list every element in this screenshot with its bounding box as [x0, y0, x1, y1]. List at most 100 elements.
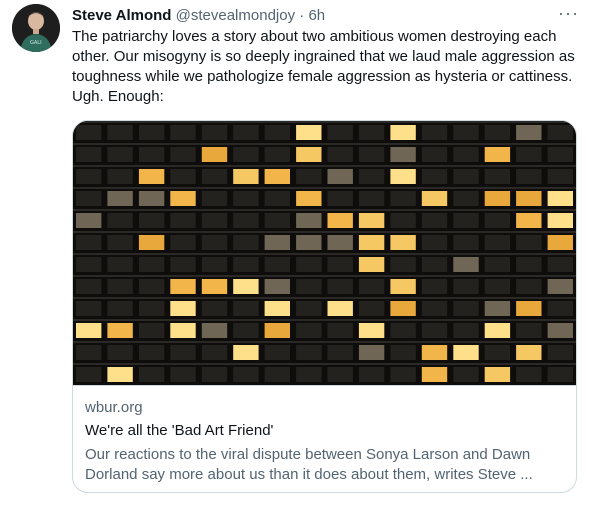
window-pane	[327, 125, 353, 140]
floor-line	[73, 363, 576, 365]
window-pane	[264, 367, 290, 382]
window-pane	[76, 147, 102, 162]
window-pane	[390, 257, 416, 272]
window-pane	[547, 169, 573, 184]
window-pane	[76, 345, 102, 360]
avatar[interactable]: GALI	[12, 4, 60, 52]
window-pane	[327, 147, 353, 162]
window-pane	[358, 279, 385, 294]
window-pane	[138, 301, 165, 316]
tweet-text: The patriarchy loves a story about two a…	[72, 28, 575, 105]
separator: ·	[299, 7, 305, 24]
window-pane	[107, 279, 133, 294]
window-pane	[296, 367, 322, 382]
link-card[interactable]: wbur.org We're all the 'Bad Art Friend' …	[72, 120, 577, 493]
window-pane	[264, 169, 290, 184]
window-pane	[358, 323, 385, 338]
window-pane	[484, 191, 511, 206]
window-pane	[390, 147, 416, 162]
window-pane	[547, 367, 573, 382]
window-pane	[516, 257, 542, 272]
window-pane	[264, 191, 290, 206]
window-pane	[390, 169, 416, 184]
window-pane	[327, 213, 353, 228]
floor-line	[73, 165, 576, 167]
window-pane	[107, 125, 133, 140]
window-pane	[516, 213, 542, 228]
window-pane	[358, 257, 385, 272]
tweet: GALI Steve Almond @stevealmondjoy · 6h ·…	[0, 0, 593, 505]
window-pane	[453, 367, 479, 382]
window-pane	[390, 235, 416, 250]
floor-line	[73, 121, 576, 123]
window-pane	[516, 323, 542, 338]
window-pane	[547, 213, 573, 228]
window-pane	[170, 235, 196, 250]
window-pane	[516, 191, 542, 206]
window-pane	[170, 125, 196, 140]
window-pane	[516, 147, 542, 162]
window-pane	[296, 169, 322, 184]
window-pane	[138, 213, 165, 228]
window-pane	[264, 235, 290, 250]
window-pane	[484, 367, 511, 382]
timestamp[interactable]: 6h	[308, 7, 325, 24]
window-pane	[233, 257, 259, 272]
author-name[interactable]: Steve Almond	[72, 7, 171, 24]
window-pane	[421, 257, 448, 272]
author-handle[interactable]: @stevealmondjoy	[176, 7, 295, 24]
window-pane	[107, 323, 133, 338]
window-pane	[76, 301, 102, 316]
window-pane	[138, 147, 165, 162]
window-pane	[107, 345, 133, 360]
window-pane	[170, 169, 196, 184]
window-pane	[453, 345, 479, 360]
window-pane	[358, 169, 385, 184]
window-pane	[358, 301, 385, 316]
window-pane	[138, 235, 165, 250]
building-windows-photo	[73, 121, 576, 385]
window-pane	[390, 125, 416, 140]
window-pane	[170, 367, 196, 382]
avatar-image: GALI	[12, 4, 60, 52]
more-options-icon[interactable]: ···	[558, 4, 579, 22]
floor-line	[73, 143, 576, 145]
window-pane	[296, 257, 322, 272]
window-pane	[264, 213, 290, 228]
window-pane	[138, 257, 165, 272]
window-pane	[76, 169, 102, 184]
window-pane	[296, 279, 322, 294]
window-pane	[76, 279, 102, 294]
window-pane	[421, 279, 448, 294]
window-pane	[327, 301, 353, 316]
window-pane	[296, 235, 322, 250]
window-pane	[201, 301, 228, 316]
tweet-header: Steve Almond @stevealmondjoy · 6h	[72, 6, 581, 26]
window-pane	[201, 367, 228, 382]
window-pane	[264, 345, 290, 360]
window-pane	[233, 125, 259, 140]
card-domain: wbur.org	[85, 399, 143, 416]
floor-line	[73, 231, 576, 233]
card-info: wbur.org We're all the 'Bad Art Friend' …	[73, 385, 576, 485]
window-pane	[484, 345, 511, 360]
window-pane	[516, 279, 542, 294]
card-title: We're all the 'Bad Art Friend'	[85, 422, 274, 439]
window-pane	[233, 235, 259, 250]
window-pane	[453, 191, 479, 206]
window-pane	[201, 169, 228, 184]
window-pane	[233, 279, 259, 294]
window-pane	[421, 213, 448, 228]
window-pane	[201, 257, 228, 272]
window-pane	[453, 301, 479, 316]
floor-line	[73, 297, 576, 299]
window-pane	[453, 235, 479, 250]
window-pane	[138, 323, 165, 338]
floor-line	[73, 187, 576, 189]
window-pane	[170, 213, 196, 228]
window-pane	[107, 301, 133, 316]
card-image	[73, 121, 576, 385]
window-pane	[327, 323, 353, 338]
window-pane	[358, 345, 385, 360]
window-pane	[327, 345, 353, 360]
